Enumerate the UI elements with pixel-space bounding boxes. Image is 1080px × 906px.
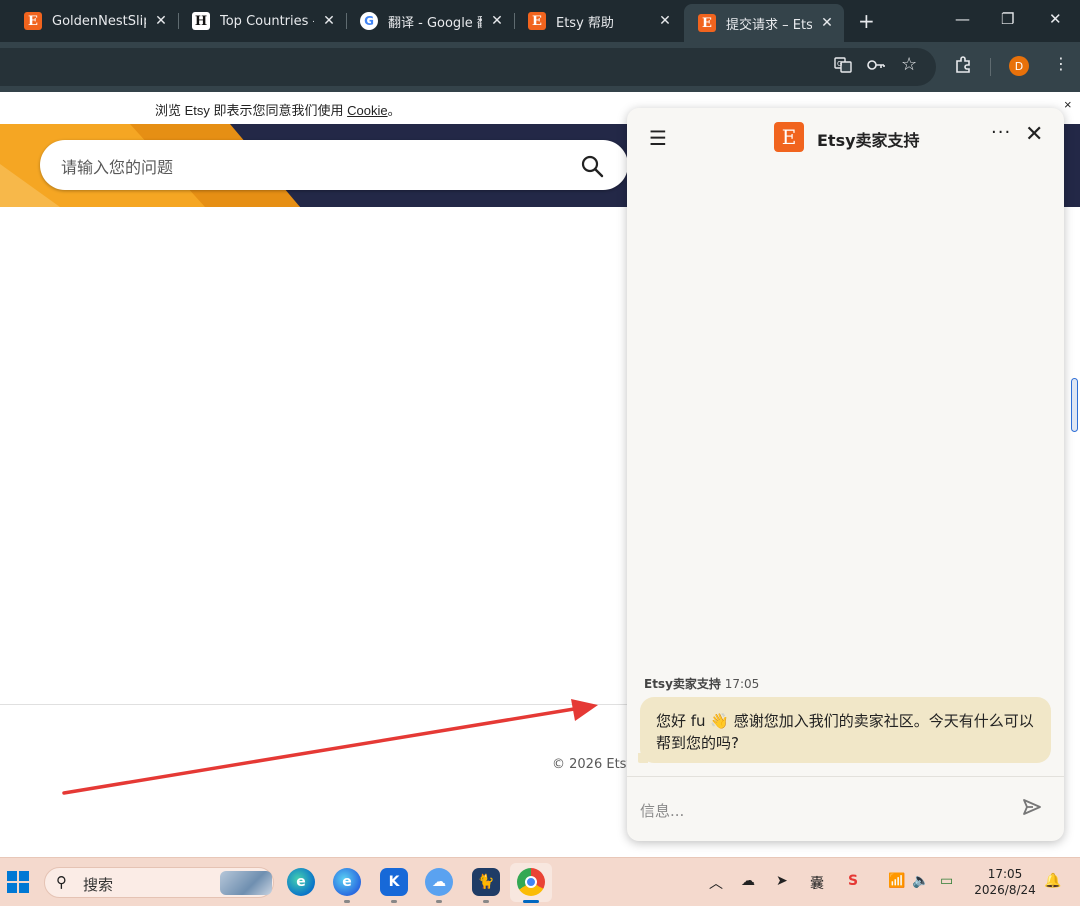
etsy-logo-icon: E <box>774 122 804 152</box>
chat-title: Etsy卖家支持 <box>817 131 920 150</box>
seller-support-chat-panel: ☰ E Etsy卖家支持 ··· ✕ Etsy卖家支持 17:05 您好 fu … <box>627 108 1064 841</box>
input-method-icon[interactable]: 囊 <box>810 873 824 893</box>
message-text: 您好 fu 👋 感谢您加入我们的卖家社区。今天有什么可以帮到您的吗? <box>656 712 1034 752</box>
edge-browser-icon[interactable]: e <box>287 868 315 896</box>
search-highlight-image <box>220 871 272 895</box>
message-bubble: 您好 fu 👋 感谢您加入我们的卖家社区。今天有什么可以帮到您的吗? <box>638 697 1051 763</box>
chrome-browser-icon[interactable] <box>517 868 545 896</box>
battery-charging-icon[interactable]: ▭ <box>940 873 953 889</box>
message-meta: Etsy卖家支持 17:05 <box>644 675 759 692</box>
close-chat-icon[interactable]: ✕ <box>1025 122 1043 147</box>
clock-time: 17:05 <box>987 867 1023 881</box>
volume-icon[interactable]: 🔈 <box>912 873 929 889</box>
clock-date: 2026/8/24 <box>974 883 1036 897</box>
k-app-icon[interactable]: K <box>380 868 408 896</box>
chat-input-divider <box>627 776 1064 777</box>
cat-app-icon[interactable]: 🐈 <box>472 868 500 896</box>
send-icon[interactable] <box>1021 796 1043 822</box>
cloud-off-icon[interactable]: ☁ <box>741 873 755 889</box>
message-sender: Etsy卖家支持 <box>644 677 721 691</box>
running-indicator <box>436 900 442 903</box>
windows-taskbar: ⚲ 搜索 e e K ☁ 🐈 ︿ ☁ ➤ 囊 S 📶 🔈 ▭ 17:05 202… <box>0 857 1080 906</box>
wps-s-icon[interactable]: S <box>848 873 858 889</box>
more-options-icon[interactable]: ··· <box>991 122 1011 143</box>
hamburger-menu-icon[interactable]: ☰ <box>649 126 667 150</box>
chat-bubble-app-icon[interactable]: ☁ <box>425 868 453 896</box>
page-scrollbar[interactable] <box>1071 378 1078 432</box>
chat-header: ☰ E Etsy卖家支持 ··· ✕ <box>627 108 1064 166</box>
running-indicator <box>391 900 397 903</box>
chevron-up-icon[interactable]: ︿ <box>709 873 723 893</box>
message-time: 17:05 <box>724 677 760 691</box>
message-input[interactable]: 信息... <box>640 800 684 821</box>
notification-bell-icon[interactable]: 🔔 <box>1044 873 1061 889</box>
taskbar-search-label: 搜索 <box>83 876 114 894</box>
system-clock[interactable]: 17:05 2026/8/24 <box>972 866 1038 898</box>
wifi-icon[interactable]: 📶 <box>888 873 905 889</box>
active-indicator <box>523 900 539 903</box>
taskbar-search[interactable]: ⚲ 搜索 <box>44 867 274 898</box>
location-arrow-icon[interactable]: ➤ <box>776 873 788 889</box>
edge-ai-icon[interactable]: e <box>333 868 361 896</box>
search-icon: ⚲ <box>56 873 67 891</box>
running-indicator <box>483 900 489 903</box>
windows-start-icon[interactable] <box>7 871 29 893</box>
running-indicator <box>344 900 350 903</box>
